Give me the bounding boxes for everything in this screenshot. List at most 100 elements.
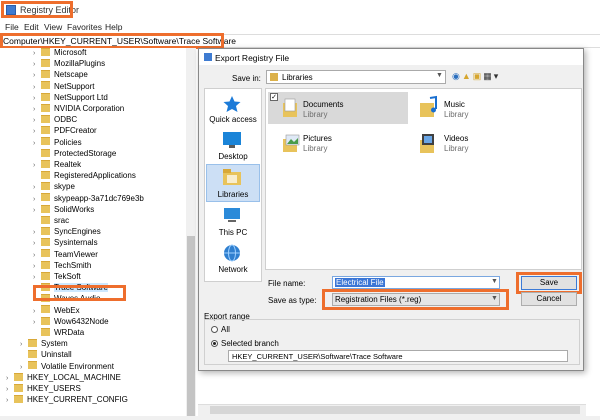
tree-item-label: Uninstall [41,350,72,360]
tree-scrollbar-thumb[interactable] [187,236,195,418]
tree-item[interactable]: srac [33,215,69,226]
network-icon [224,244,240,262]
library-videos-sub: Library [444,144,469,153]
tree-item-label: WebEx [54,305,80,315]
library-pictures-name[interactable]: Pictures [303,134,332,143]
tree-item[interactable]: › Volatile Environment [20,361,114,372]
library-documents-name[interactable]: Documents [303,100,343,109]
tree-item[interactable]: › Wow6432Node [33,316,109,327]
tree-item-label: System [41,339,68,349]
tree-item[interactable]: › WebEx [33,305,80,316]
tree-item-label: NetSupport Ltd [54,92,108,102]
window-titlebar [0,0,600,20]
save-type-label: Save as type: [268,296,317,305]
tree-item[interactable]: RegisteredApplications [33,170,136,181]
chevron-down-icon[interactable]: ▼ [491,295,498,302]
tree-item-label: NetSupport [54,81,95,91]
radio-all[interactable] [211,326,218,333]
tree-item-label: Policies [54,137,82,147]
tree-item[interactable]: › HKEY_LOCAL_MACHINE [6,372,121,383]
tree-item[interactable]: ProtectedStorage [33,148,116,159]
folder-icon [41,47,50,56]
tree-item[interactable]: Uninstall [20,349,72,360]
tree-item[interactable]: › System [20,338,68,349]
horizontal-scrollbar-thumb[interactable] [210,406,580,414]
tree-item-label: HKEY_LOCAL_MACHINE [27,372,121,382]
tree-item[interactable]: › NetSupport [33,81,94,92]
pictures-icon [283,134,300,152]
tree-item-label: Volatile Environment [41,361,114,371]
menu-favorites[interactable]: Favorites [67,22,102,32]
folder-icon [41,316,50,325]
tree-item-label: Sysinternals [54,238,98,248]
radio-all-label[interactable]: All [221,325,230,334]
tree-item[interactable]: › HKEY_CURRENT_CONFIG [6,394,128,405]
place-libraries[interactable]: Libraries [207,190,259,199]
tree-item[interactable]: › TechSmith [33,260,91,271]
save-button[interactable]: Save [521,276,577,290]
tree-item[interactable]: › SolidWorks [33,204,94,215]
menu-help[interactable]: Help [105,22,122,32]
place-desktop[interactable]: Desktop [207,152,259,161]
tree-item[interactable]: › SyncEngines [33,226,101,237]
dialog-title: Export Registry File [215,53,290,63]
radio-selected-branch-label[interactable]: Selected branch [221,339,279,348]
library-music-name[interactable]: Music [444,100,465,109]
tree-item[interactable]: › NetSupport Ltd [33,92,108,103]
tree-item[interactable]: › Netscape [33,69,88,80]
tree-item[interactable]: Trace Software [33,282,108,293]
tree-item[interactable]: › Sysinternals [33,237,98,248]
tree-item-label: TekSoft [54,272,81,281]
tree-item-label: Netscape [54,70,88,80]
place-quick-access[interactable]: Quick access [207,115,259,124]
menu-edit[interactable]: Edit [24,22,39,32]
tree-item[interactable]: › PDFCreator [33,125,97,136]
view-menu-icon[interactable]: ▦▾ [483,71,500,81]
tree-item-label: Wow6432Node [54,316,109,326]
save-type-value: Registration Files (*.reg) [335,295,422,304]
branch-value[interactable]: HKEY_CURRENT_USER\Software\Trace Softwar… [232,352,403,361]
tree-item-label: PDFCreator [54,126,97,136]
menu-view[interactable]: View [44,22,62,32]
tree-item[interactable]: WRData [33,327,84,338]
documents-icon [283,98,297,117]
checkbox-icon[interactable]: ✓ [270,93,278,101]
place-this-pc[interactable]: This PC [207,228,259,237]
navigation-toolbar: ◉▲▣▦▾ [452,71,500,82]
folder-icon [41,294,50,303]
chevron-down-icon[interactable]: ▼ [436,72,443,79]
tree-item[interactable]: › HKEY_USERS [6,383,81,394]
radio-selected-branch[interactable] [211,340,218,347]
tree-item[interactable]: › TeamViewer [33,249,98,260]
up-folder-icon[interactable]: ▲ [462,71,473,81]
cancel-button[interactable]: Cancel [521,292,577,306]
folder-icon [41,204,50,213]
tree-item-label: skype [54,182,75,192]
tree-item[interactable]: › Realtek [33,159,81,170]
folder-icon [14,383,23,392]
tree-item[interactable]: › TekSoft [33,271,81,282]
tree-item[interactable]: › Microsoft [33,47,86,58]
address-path[interactable]: Computer\HKEY_CURRENT_USER\Software\Trac… [3,36,236,46]
new-folder-icon[interactable]: ▣ [473,71,484,81]
tree-item[interactable]: › NVIDIA Corporation [33,103,124,114]
tree-item[interactable]: › Policies [33,137,82,148]
folder-icon [41,159,50,168]
tree-item[interactable]: › skype [33,181,75,192]
tree-item-label: Trace Software [54,283,108,293]
tree-item[interactable]: › MozillaPlugins [33,58,105,69]
music-icon [420,95,437,117]
libraries-icon [223,169,241,185]
tree-item[interactable]: › skypeapp-3a71dc769e3b [33,193,144,204]
menu-file[interactable]: File [5,22,19,32]
chevron-down-icon[interactable]: ▼ [491,278,498,285]
place-network[interactable]: Network [207,265,259,274]
tree-item-label: skypeapp-3a71dc769e3b [54,193,144,203]
back-icon[interactable]: ◉ [452,71,462,81]
chevron-right-icon[interactable]: › [6,395,14,406]
tree-item[interactable]: › ODBC [33,114,77,125]
library-documents-sub: Library [303,110,328,119]
tree-item[interactable]: › Waves Audio [33,293,100,304]
file-name-value[interactable]: Electrical File [335,278,385,287]
library-videos-name[interactable]: Videos [444,134,468,143]
